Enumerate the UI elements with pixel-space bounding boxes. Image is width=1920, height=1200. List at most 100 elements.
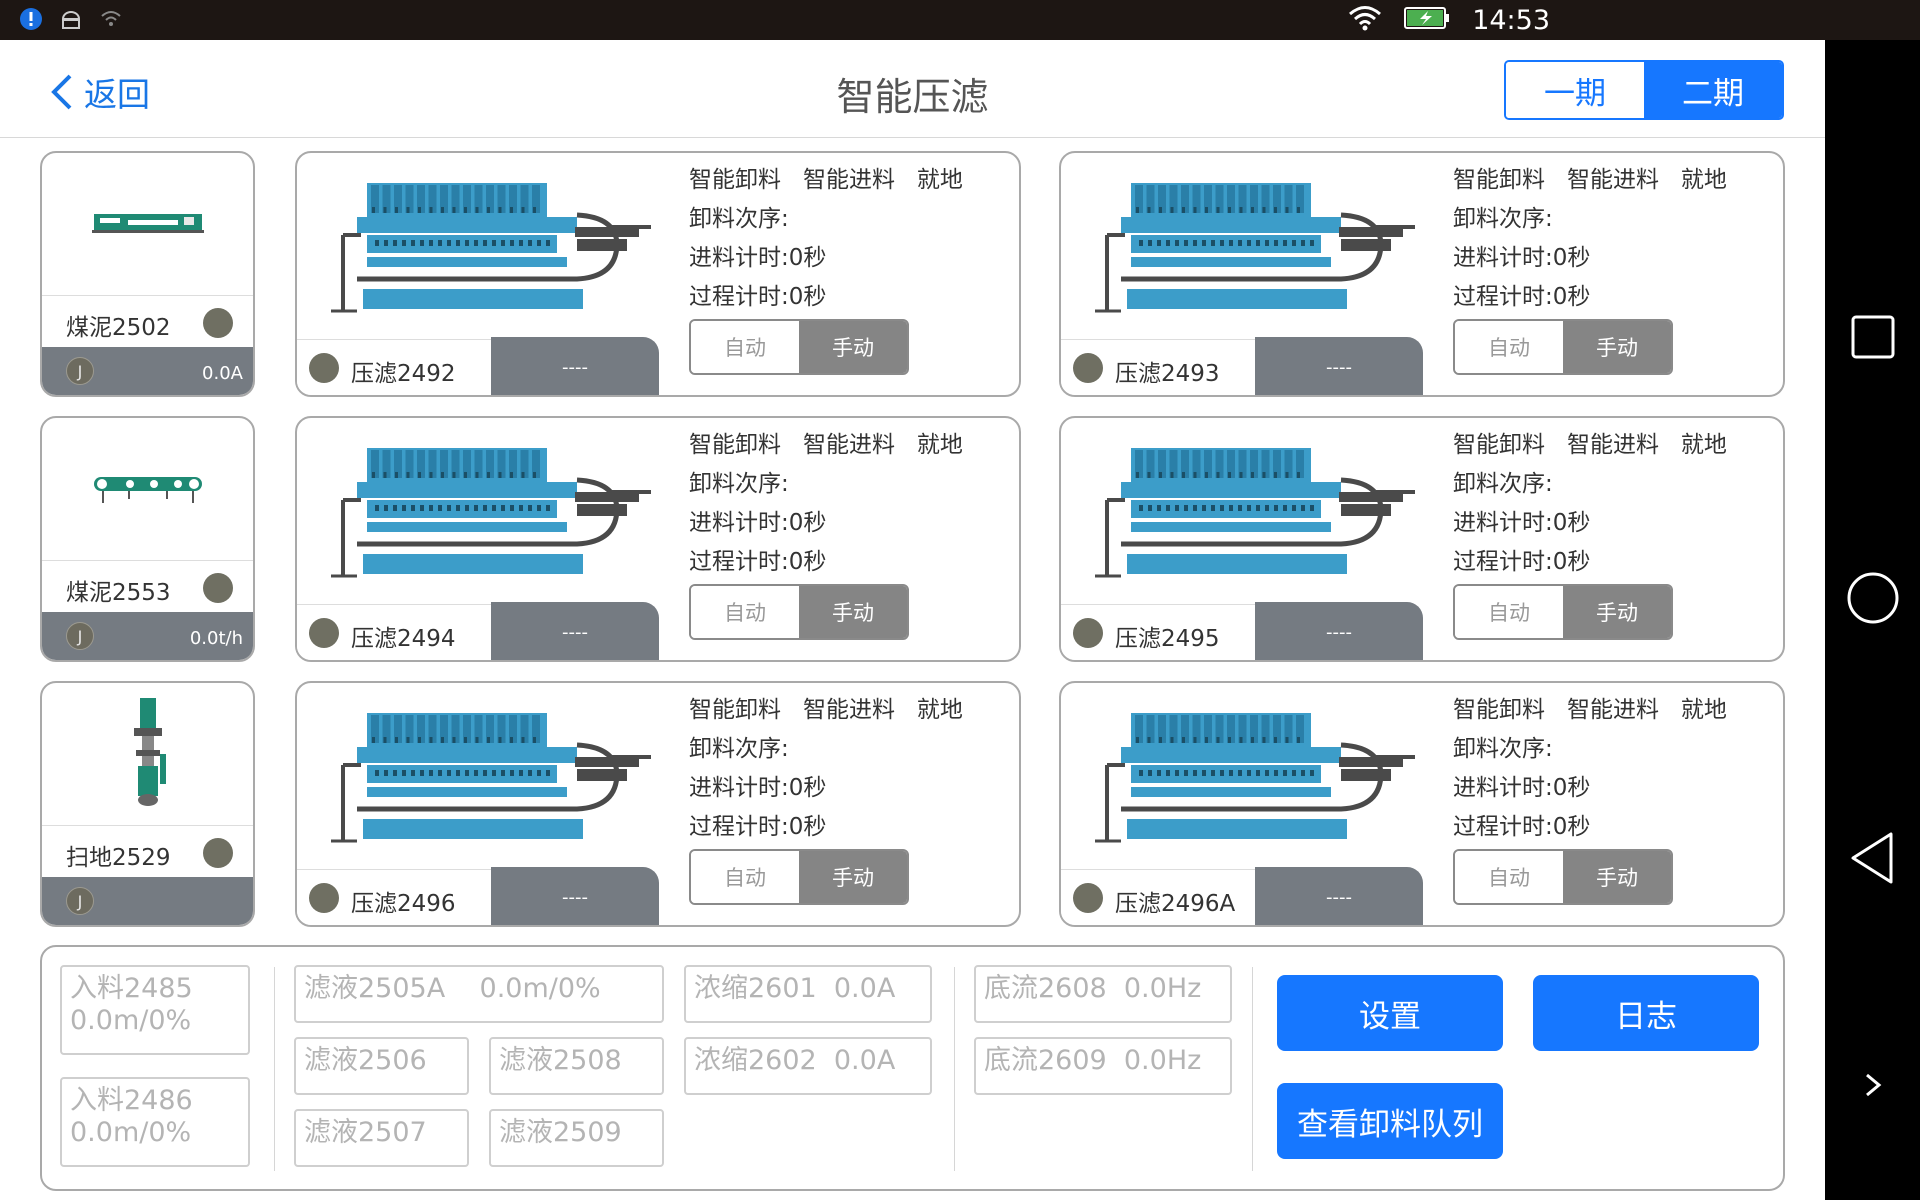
home-icon[interactable] [1825,570,1920,626]
pump-icon [42,683,253,825]
period-2-tab[interactable]: 二期 [1644,62,1782,118]
unload-order-label: 卸料次序: [1453,736,1553,762]
feed-timer-label: 进料计时: [1453,245,1553,271]
equipment-card[interactable]: 扫地2529 J [40,681,255,927]
filtrate-2508-box[interactable]: 滤液2508 [489,1037,664,1095]
filter-press-card[interactable]: 压滤2494 ---- 智能卸料 智能进料 就地 卸料次序: 进料计时:0秒 过… [295,416,1021,662]
process-timer-value: 0秒 [788,284,827,310]
smart-feed-label: 智能进料 [802,432,895,458]
filter-press-name: 压滤2493 [1115,361,1220,387]
header: 返回 智能压滤 一期 二期 [0,40,1825,138]
view-unload-queue-button[interactable]: 查看卸料队列 [1277,1083,1503,1159]
period-1-tab[interactable]: 一期 [1506,62,1644,118]
feed-2485-box[interactable]: 入料2485 0.0m/0% [60,965,250,1055]
filter-press-name: 压滤2496 [351,891,456,917]
recent-apps-icon[interactable] [1825,312,1920,362]
equipment-name: 煤泥2553 [66,580,171,606]
underflow-2609-box[interactable]: 底流2609 0.0Hz [974,1037,1232,1095]
filter-press-name: 压滤2494 [351,626,456,652]
manual-mode-button[interactable]: 手动 [1563,321,1671,373]
underflow-2608-box[interactable]: 底流2608 0.0Hz [974,965,1232,1023]
divider [954,967,955,1171]
app-content: 返回 智能压滤 一期 二期 煤泥2502 J 0.0A 煤泥2553 J 0.0… [0,40,1825,1200]
manual-mode-button[interactable]: 手动 [799,851,907,903]
auto-mode-button[interactable]: 自动 [1455,851,1563,903]
filter-press-card[interactable]: 压滤2495 ---- 智能卸料 智能进料 就地 卸料次序: 进料计时:0秒 过… [1059,416,1785,662]
filter-press-info: 智能卸料 智能进料 就地 卸料次序: 进料计时:0秒 过程计时:0秒 [689,691,963,847]
divider [274,967,275,1171]
manual-mode-button[interactable]: 手动 [799,586,907,638]
filter-press-icon [331,448,651,578]
feed-timer-label: 进料计时: [689,245,789,271]
filtrate-2507-box[interactable]: 滤液2507 [294,1109,469,1167]
feed-timer-label: 进料计时: [689,510,789,536]
status-indicator [203,838,233,868]
filter-press-status: ---- [1255,602,1423,660]
thicken-2601-box[interactable]: 浓缩2601 0.0A [684,965,932,1023]
conveyor-icon [42,153,253,295]
local-label: 就地 [1680,167,1727,193]
manual-mode-button[interactable]: 手动 [1563,586,1671,638]
settings-button[interactable]: 设置 [1277,975,1503,1051]
mode-toggle: 自动 手动 [689,849,909,905]
mode-toggle: 自动 手动 [1453,319,1673,375]
status-indicator [309,353,339,383]
belt-conveyor-icon [42,418,253,560]
filtrate-2505a-box[interactable]: 滤液2505A 0.0m/0% [294,965,664,1023]
unload-order-label: 卸料次序: [1453,206,1553,232]
filter-press-card[interactable]: 压滤2496 ---- 智能卸料 智能进料 就地 卸料次序: 进料计时:0秒 过… [295,681,1021,927]
mode-toggle: 自动 手动 [689,584,909,640]
filtrate-2509-box[interactable]: 滤液2509 [489,1109,664,1167]
mode-toggle: 自动 手动 [1453,849,1673,905]
local-label: 就地 [916,697,963,723]
filter-press-icon [1095,448,1415,578]
process-timer-label: 过程计时: [689,549,789,575]
auto-mode-button[interactable]: 自动 [1455,586,1563,638]
local-label: 就地 [1680,697,1727,723]
filter-press-info: 智能卸料 智能进料 就地 卸料次序: 进料计时:0秒 过程计时:0秒 [689,426,963,582]
filter-press-name: 压滤2492 [351,361,456,387]
clock: 14:53 [1472,4,1550,36]
status-indicator [1073,618,1103,648]
equipment-value: 0.0A [202,363,243,384]
back-nav-icon[interactable] [1825,830,1920,886]
smart-feed-label: 智能进料 [1566,167,1659,193]
unload-order-label: 卸料次序: [689,736,789,762]
smart-feed-label: 智能进料 [1566,697,1659,723]
filter-press-card[interactable]: 压滤2493 ---- 智能卸料 智能进料 就地 卸料次序: 进料计时:0秒 过… [1059,151,1785,397]
equipment-name: 扫地2529 [66,845,171,871]
filter-press-info: 智能卸料 智能进料 就地 卸料次序: 进料计时:0秒 过程计时:0秒 [1453,691,1727,847]
feed-timer-value: 0秒 [1552,775,1591,801]
filter-press-card[interactable]: 压滤2492 ---- 智能卸料 智能进料 就地 卸料次序: 进料计时:0秒 过… [295,151,1021,397]
status-bar: 14:53 [0,0,1920,40]
status-indicator [203,573,233,603]
feed-timer-value: 0秒 [788,775,827,801]
j-badge: J [66,887,94,915]
process-timer-label: 过程计时: [1453,549,1553,575]
auto-mode-button[interactable]: 自动 [691,851,799,903]
mode-toggle: 自动 手动 [689,319,909,375]
thicken-2602-box[interactable]: 浓缩2602 0.0A [684,1037,932,1095]
wifi-icon [1348,4,1382,36]
auto-mode-button[interactable]: 自动 [691,586,799,638]
unload-order-label: 卸料次序: [689,206,789,232]
chevron-right-icon[interactable] [1825,1070,1920,1100]
filtrate-2506-box[interactable]: 滤液2506 [294,1037,469,1095]
feed-timer-value: 0秒 [788,245,827,271]
equipment-card[interactable]: 煤泥2502 J 0.0A [40,151,255,397]
process-timer-label: 过程计时: [689,284,789,310]
period-toggle: 一期 二期 [1504,60,1784,120]
process-timer-label: 过程计时: [689,814,789,840]
log-button[interactable]: 日志 [1533,975,1759,1051]
auto-mode-button[interactable]: 自动 [1455,321,1563,373]
manual-mode-button[interactable]: 手动 [799,321,907,373]
equipment-card[interactable]: 煤泥2553 J 0.0t/h [40,416,255,662]
feed-2486-box[interactable]: 入料2486 0.0m/0% [60,1077,250,1167]
manual-mode-button[interactable]: 手动 [1563,851,1671,903]
unload-order-label: 卸料次序: [1453,471,1553,497]
unload-order-label: 卸料次序: [689,471,789,497]
status-indicator [1073,353,1103,383]
auto-mode-button[interactable]: 自动 [691,321,799,373]
local-label: 就地 [916,432,963,458]
filter-press-card[interactable]: 压滤2496A ---- 智能卸料 智能进料 就地 卸料次序: 进料计时:0秒 … [1059,681,1785,927]
